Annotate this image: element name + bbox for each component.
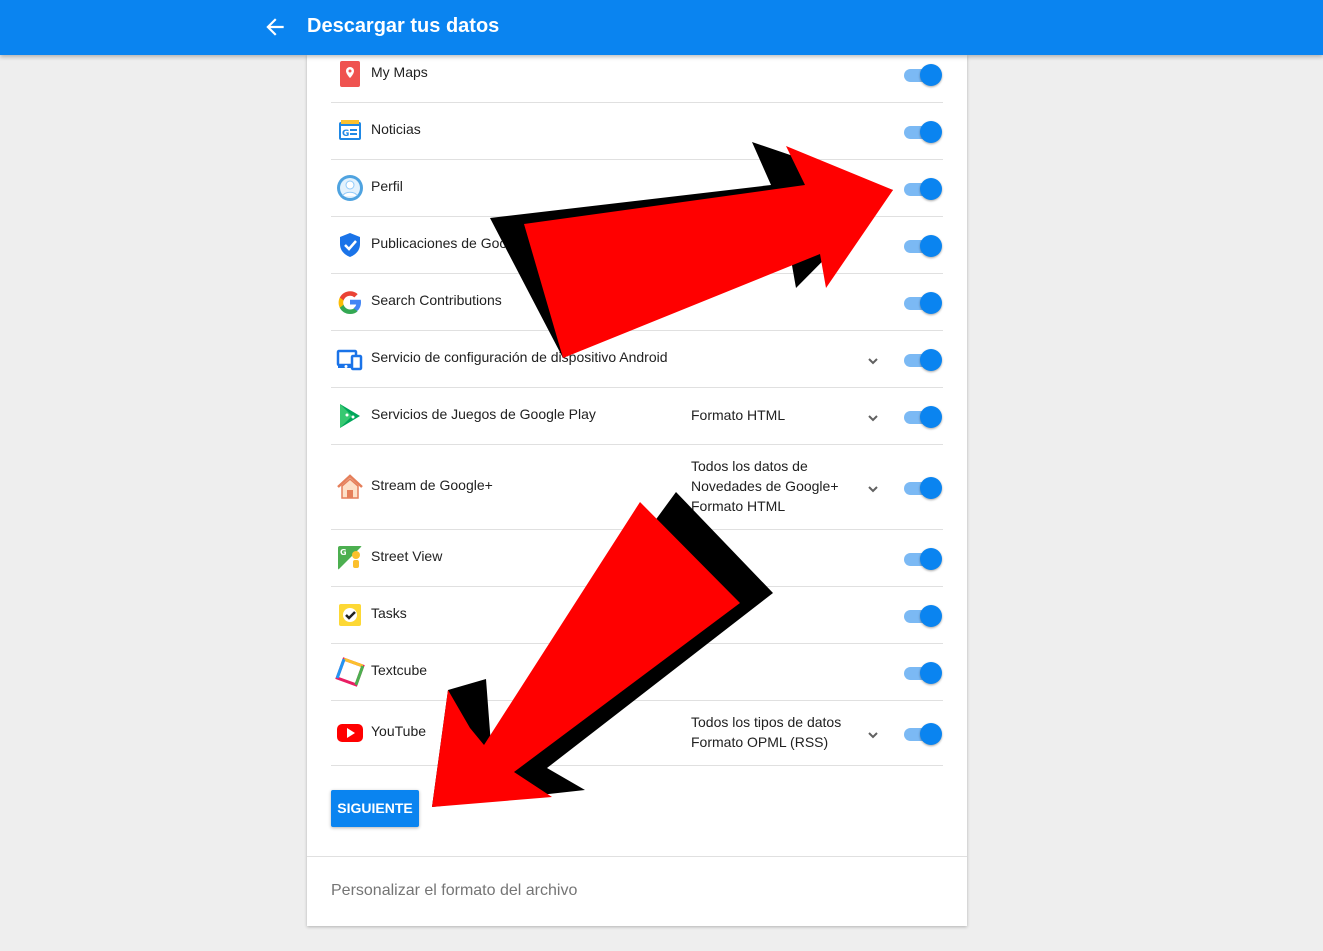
- toggle-knob: [920, 547, 942, 570]
- service-toggle[interactable]: [902, 547, 942, 570]
- service-row: Perfil: [331, 160, 943, 217]
- service-label: YouTube: [371, 722, 427, 739]
- service-label: Servicios de Juegos de Google Play: [371, 405, 596, 422]
- chevron-down-icon[interactable]: [866, 484, 880, 494]
- toggle-knob: [920, 604, 942, 627]
- chevron-down-icon[interactable]: [866, 413, 880, 423]
- news-icon: G: [339, 119, 361, 140]
- service-row: Servicio de configuración de dispositivo…: [331, 331, 943, 388]
- service-label: Noticias: [371, 120, 421, 137]
- service-row: Servicios de Juegos de Google Play Format…: [331, 388, 943, 445]
- service-toggle[interactable]: [902, 177, 942, 200]
- textcube-icon: [335, 656, 365, 687]
- service-label: Stream de Google+: [371, 476, 493, 493]
- service-label: Tasks: [371, 604, 407, 621]
- toggle-knob: [920, 722, 942, 745]
- svg-text:G: G: [342, 129, 349, 139]
- toggle-knob: [920, 348, 942, 371]
- service-label: Publicaciones de Google: [371, 234, 526, 251]
- toggle-knob: [920, 64, 942, 86]
- service-row: G Street View: [331, 530, 943, 587]
- google-g-icon: [338, 290, 361, 314]
- service-toggle[interactable]: [902, 348, 942, 371]
- tasks-icon: [339, 603, 361, 626]
- svg-text:G: G: [340, 548, 347, 557]
- service-label: Street View: [371, 547, 443, 564]
- service-row: YouTube Todos los tipos de datos Formato O…: [331, 701, 943, 766]
- service-toggle[interactable]: [902, 405, 942, 428]
- arrow-back-icon[interactable]: [262, 14, 288, 40]
- service-toggle[interactable]: [902, 64, 942, 86]
- customize-format-link[interactable]: Personalizar el formato del archivo: [331, 882, 577, 900]
- service-row: Publicaciones de Google: [331, 217, 943, 274]
- service-row: Tasks: [331, 587, 943, 644]
- toggle-knob: [920, 291, 942, 314]
- next-button[interactable]: SIGUIENTE: [331, 790, 419, 827]
- service-toggle[interactable]: [902, 120, 942, 143]
- home-icon: [337, 473, 363, 499]
- service-label: Servicio de configuración de dispositivo…: [371, 348, 668, 365]
- toggle-knob: [920, 120, 942, 143]
- toggle-knob: [920, 476, 942, 499]
- service-toggle[interactable]: [902, 234, 942, 257]
- devices-icon: [336, 349, 363, 370]
- service-toggle[interactable]: [902, 291, 942, 314]
- service-format: Todos los tipos de datos Formato OPML (RS…: [691, 713, 842, 750]
- service-row: Search Contributions: [331, 274, 943, 331]
- service-label: My Maps: [371, 64, 428, 80]
- services-card: My Maps G Noticias Perfil Publicaciones de G…: [307, 55, 967, 926]
- service-format: Todos los datos de Novedades de Google+ Fo…: [691, 457, 839, 514]
- service-label: Perfil: [371, 177, 403, 194]
- street-view-icon: G: [338, 545, 362, 570]
- toggle-knob: [920, 405, 942, 428]
- play-games-icon: [340, 403, 360, 428]
- chevron-down-icon[interactable]: [866, 730, 880, 740]
- my-maps-icon: [340, 61, 360, 87]
- toggle-knob: [920, 234, 942, 257]
- toggle-knob: [920, 177, 942, 200]
- service-row: Stream de Google+ Todos los datos de Noved…: [331, 445, 943, 530]
- top-app-bar: Descargar tus datos: [0, 0, 1323, 55]
- divider: [307, 856, 967, 857]
- chevron-down-icon[interactable]: [866, 356, 880, 366]
- service-row: G Noticias: [331, 103, 943, 160]
- service-label: Search Contributions: [371, 291, 502, 308]
- toggle-knob: [920, 661, 942, 684]
- youtube-icon: [337, 723, 363, 742]
- service-toggle[interactable]: [902, 661, 942, 684]
- service-toggle[interactable]: [902, 604, 942, 627]
- service-row: Textcube: [331, 644, 943, 701]
- service-format: Formato HTML: [691, 406, 786, 423]
- service-toggle[interactable]: [902, 476, 942, 499]
- service-label: Textcube: [371, 661, 428, 678]
- shield-check-icon: [340, 232, 360, 257]
- profile-icon: [337, 174, 363, 201]
- page-title: Descargar tus datos: [307, 15, 500, 37]
- service-toggle[interactable]: [902, 722, 942, 745]
- service-row: My Maps: [331, 55, 943, 103]
